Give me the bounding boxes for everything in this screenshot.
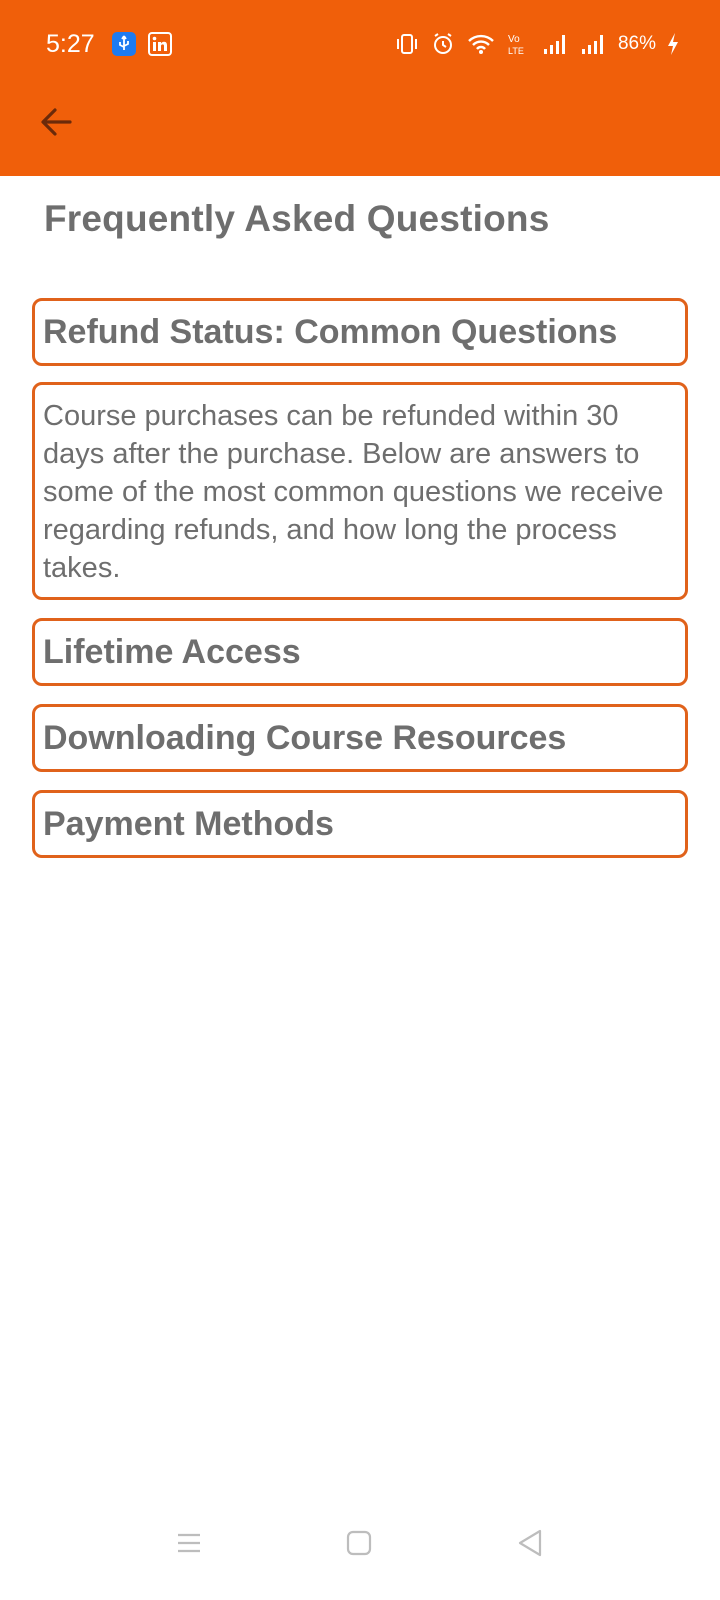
linkedin-icon (148, 32, 172, 56)
wifi-icon (468, 34, 494, 54)
battery-level: 86% (617, 33, 656, 54)
arrow-left-icon (41, 108, 72, 136)
back-button[interactable] (30, 96, 82, 148)
status-time: 5:27 (46, 30, 95, 58)
faq-question-label: Downloading Course Resources (43, 718, 567, 757)
faq-question-downloading-resources[interactable]: Downloading Course Resources (32, 704, 688, 772)
menu-icon[interactable] (176, 1530, 202, 1561)
svg-text:LTE: LTE (508, 46, 524, 56)
faq-question-label: Lifetime Access (43, 632, 301, 671)
faq-answer-text: Course purchases can be refunded within … (43, 400, 664, 584)
faq-question-refund-status[interactable]: Refund Status: Common Questions (32, 298, 688, 366)
faq-question-payment-methods[interactable]: Payment Methods (32, 790, 688, 858)
page-title: Frequently Asked Questions (44, 198, 550, 239)
faq-question-label: Payment Methods (43, 804, 334, 843)
faq-answer-refund-status: Course purchases can be refunded within … (32, 382, 688, 600)
faq-list: Refund Status: Common Questions Course p… (32, 298, 688, 876)
volte-icon: Vo LTE (508, 34, 524, 56)
back-triangle-icon[interactable] (516, 1528, 544, 1563)
faq-question-lifetime-access[interactable]: Lifetime Access (32, 618, 688, 686)
signal-icon (543, 35, 565, 54)
charging-icon (668, 33, 678, 55)
alarm-icon (433, 33, 452, 54)
system-nav-bar (0, 1510, 720, 1600)
status-icons: Vo LTE 86% (394, 30, 680, 58)
vibrate-icon (396, 34, 417, 54)
svg-text:Vo: Vo (508, 34, 520, 45)
faq-question-label: Refund Status: Common Questions (43, 312, 618, 351)
app-bar: 5:27 Vo LTE 86% (0, 0, 720, 176)
signal-icon (581, 35, 603, 54)
home-icon[interactable] (346, 1530, 372, 1561)
usb-icon (112, 32, 136, 56)
status-bar: 5:27 Vo LTE 86% (0, 22, 720, 66)
